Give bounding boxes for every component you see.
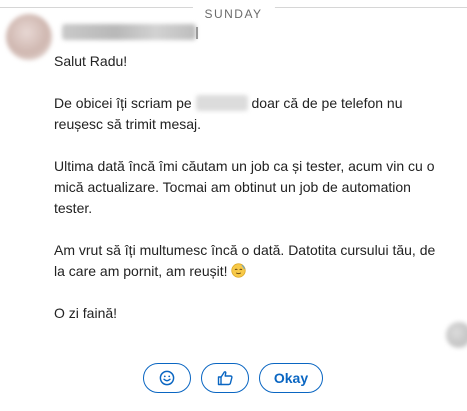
sender-name-redacted[interactable] bbox=[62, 24, 196, 40]
quick-reply-thumbs-up-button[interactable] bbox=[201, 363, 249, 393]
message-paragraph-2: Ultima dată încă îmi căutam un job ca și… bbox=[54, 158, 435, 216]
message-signoff: O zi faină! bbox=[54, 305, 118, 321]
quick-replies: Okay bbox=[143, 363, 323, 393]
message-greeting: Salut Radu! bbox=[54, 53, 128, 69]
day-divider-label: SUNDAY bbox=[192, 7, 275, 21]
sender-name-cursor bbox=[196, 27, 198, 39]
sender-avatar[interactable] bbox=[6, 14, 52, 60]
message-paragraph-3: Am vrut să îți multumesc încă o dată. Da… bbox=[54, 240, 446, 282]
message-body: Salut Radu! De obicei îți scriam pe doar… bbox=[54, 51, 446, 345]
read-receipt-avatar bbox=[446, 322, 467, 348]
message-text: De obicei îți scriam pe bbox=[54, 95, 192, 111]
relieved-face-emoji-icon bbox=[231, 263, 247, 278]
smile-emoji-icon bbox=[159, 370, 175, 386]
redacted-text bbox=[195, 95, 248, 111]
message-paragraph-1: De obicei îți scriam pe doar că de pe te… bbox=[54, 93, 446, 135]
quick-reply-okay-button[interactable]: Okay bbox=[259, 363, 323, 393]
conversation-view: SUNDAY Salut Radu! De obicei îți scriam … bbox=[0, 0, 467, 411]
quick-reply-smile-button[interactable] bbox=[143, 363, 191, 393]
day-divider: SUNDAY bbox=[0, 7, 467, 21]
thumbs-up-icon bbox=[217, 371, 233, 386]
